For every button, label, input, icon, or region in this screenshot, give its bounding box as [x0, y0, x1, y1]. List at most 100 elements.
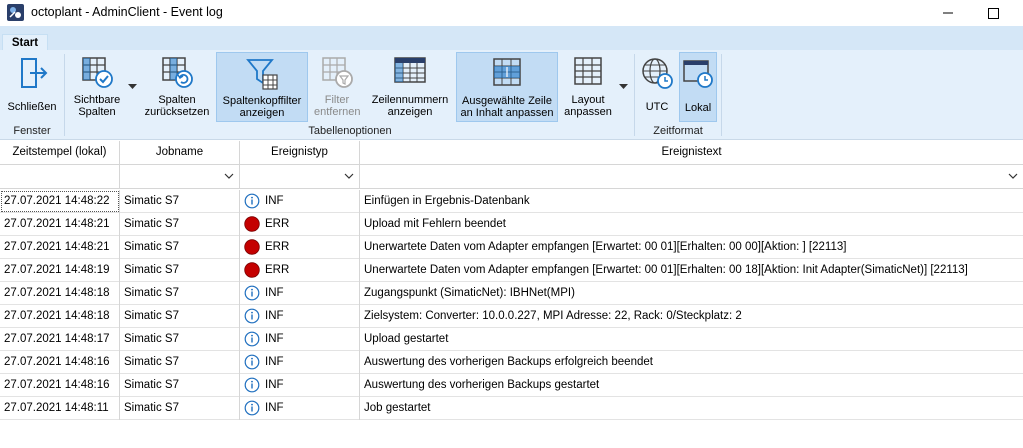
- cell-timestamp[interactable]: 27.07.2021 14:48:18: [0, 282, 120, 305]
- column-header-eventtext[interactable]: Ereignistext: [360, 141, 1023, 165]
- column-header-timestamp[interactable]: Zeitstempel (lokal): [0, 141, 120, 165]
- remove-filter-button[interactable]: Filter entfernen: [314, 52, 360, 122]
- cell-eventtype[interactable]: INF: [240, 351, 360, 374]
- table-row[interactable]: 27.07.2021 14:48:18 Simatic S7 INF Zugangsp…: [0, 282, 1023, 305]
- group-label-zeitformat: Zeitformat: [653, 125, 703, 137]
- table-row[interactable]: 27.07.2021 14:48:18 Simatic S7 INF Zielsyst…: [0, 305, 1023, 328]
- table-row[interactable]: 27.07.2021 14:48:16 Simatic S7 INF Auswertu…: [0, 374, 1023, 397]
- app-icon: [7, 4, 24, 21]
- visible-columns-label: Sichtbare Spalten: [73, 94, 121, 118]
- minimize-button[interactable]: [925, 0, 971, 26]
- window-title: octoplant - AdminClient - Event log: [31, 5, 223, 19]
- info-icon: [244, 377, 260, 393]
- filter-cell-timestamp[interactable]: [0, 165, 120, 189]
- cell-timestamp[interactable]: 27.07.2021 14:48:11: [0, 397, 120, 420]
- cell-eventtext[interactable]: Auswertung des vorherigen Backups gestar…: [360, 374, 1023, 397]
- table-row[interactable]: 27.07.2021 14:48:21 Simatic S7 ERR Upload m…: [0, 213, 1023, 236]
- cell-eventtype[interactable]: INF: [240, 190, 360, 213]
- cell-eventtype[interactable]: INF: [240, 397, 360, 420]
- cell-jobname[interactable]: Simatic S7: [120, 282, 240, 305]
- utc-button[interactable]: UTC: [638, 52, 676, 122]
- column-header-jobname[interactable]: Jobname: [120, 141, 240, 165]
- event-type-label: INF: [265, 333, 284, 345]
- cell-eventtype[interactable]: ERR: [240, 213, 360, 236]
- chevron-down-icon[interactable]: [619, 84, 628, 90]
- event-log-table: Zeitstempel (lokal) Jobname Ereignistyp …: [0, 141, 1023, 448]
- minimize-icon: [943, 12, 953, 14]
- cell-timestamp[interactable]: 27.07.2021 14:48:19: [0, 259, 120, 282]
- filter-cell-eventtext[interactable]: [360, 165, 1023, 189]
- column-header-filter-button[interactable]: Spaltenkopffilter anzeigen: [216, 52, 308, 122]
- visible-columns-button[interactable]: Sichtbare Spalten: [70, 52, 124, 122]
- local-time-button[interactable]: Lokal: [679, 52, 717, 122]
- filter-icon: [246, 59, 278, 90]
- column-header-filter-label: Spaltenkopffilter anzeigen: [222, 95, 302, 119]
- close-window-button[interactable]: Schließen: [4, 52, 60, 122]
- event-type-label: INF: [265, 195, 284, 207]
- row-numbers-button[interactable]: Zeilennummern anzeigen: [370, 52, 450, 122]
- tab-start[interactable]: Start: [2, 34, 48, 51]
- maximize-button[interactable]: [970, 0, 1016, 26]
- fit-row-button[interactable]: Ausgewählte Zeile an Inhalt anpassen: [456, 52, 558, 122]
- filter-cell-jobname[interactable]: [120, 165, 240, 189]
- cell-timestamp[interactable]: 27.07.2021 14:48:18: [0, 305, 120, 328]
- cell-jobname[interactable]: Simatic S7: [120, 190, 240, 213]
- group-separator: [721, 54, 722, 136]
- cell-eventtype[interactable]: INF: [240, 282, 360, 305]
- info-icon: [244, 400, 260, 416]
- cell-timestamp[interactable]: 27.07.2021 14:48:21: [0, 236, 120, 259]
- cell-timestamp[interactable]: 27.07.2021 14:48:21: [0, 213, 120, 236]
- ribbon: Schließen Fenster Sichtbare Spalten Spal…: [0, 50, 1023, 140]
- table-row[interactable]: 27.07.2021 14:48:19 Simatic S7 ERR Unerwart…: [0, 259, 1023, 282]
- group-separator: [634, 54, 635, 136]
- chevron-down-icon[interactable]: [344, 173, 354, 179]
- cell-eventtype[interactable]: INF: [240, 328, 360, 351]
- cell-eventtype[interactable]: ERR: [240, 236, 360, 259]
- cell-jobname[interactable]: Simatic S7: [120, 305, 240, 328]
- exit-door-icon: [21, 58, 48, 88]
- window-clock-icon: [683, 60, 713, 88]
- cell-eventtext[interactable]: Job gestartet: [360, 397, 1023, 420]
- table-row[interactable]: 27.07.2021 14:48:21 Simatic S7 ERR Unerwart…: [0, 236, 1023, 259]
- cell-timestamp[interactable]: 27.07.2021 14:48:16: [0, 374, 120, 397]
- cell-eventtype[interactable]: INF: [240, 374, 360, 397]
- cell-eventtext[interactable]: Zielsystem: Converter: 10.0.0.227, MPI A…: [360, 305, 1023, 328]
- cell-eventtext[interactable]: Einfügen in Ergebnis-Datenbank: [360, 190, 1023, 213]
- chevron-down-icon[interactable]: [224, 173, 234, 179]
- error-icon: [244, 239, 260, 255]
- table-row[interactable]: 27.07.2021 14:48:11 Simatic S7 INF Job gest…: [0, 397, 1023, 420]
- cell-eventtext[interactable]: Unerwartete Daten vom Adapter empfangen …: [360, 236, 1023, 259]
- cell-eventtype[interactable]: ERR: [240, 259, 360, 282]
- cell-jobname[interactable]: Simatic S7: [120, 374, 240, 397]
- cell-eventtext[interactable]: Unerwartete Daten vom Adapter empfangen …: [360, 259, 1023, 282]
- cell-jobname[interactable]: Simatic S7: [120, 259, 240, 282]
- cell-jobname[interactable]: Simatic S7: [120, 236, 240, 259]
- table-row[interactable]: 27.07.2021 14:48:16 Simatic S7 INF Auswertu…: [0, 351, 1023, 374]
- cell-timestamp[interactable]: 27.07.2021 14:48:17: [0, 328, 120, 351]
- error-icon: [244, 262, 260, 278]
- cell-timestamp[interactable]: 27.07.2021 14:48:22: [0, 190, 120, 213]
- cell-eventtype[interactable]: INF: [240, 305, 360, 328]
- chevron-down-icon[interactable]: [1008, 173, 1018, 179]
- reset-columns-button[interactable]: Spalten zurücksetzen: [142, 52, 212, 122]
- event-type-label: INF: [265, 402, 284, 414]
- cell-eventtext[interactable]: Upload gestartet: [360, 328, 1023, 351]
- layout-adjust-button[interactable]: Layout anpassen: [562, 52, 614, 122]
- row-numbers-icon: [394, 57, 426, 83]
- cell-jobname[interactable]: Simatic S7: [120, 397, 240, 420]
- table-row[interactable]: 27.07.2021 14:48:22 Simatic S7 INF Einfügen…: [0, 190, 1023, 213]
- cell-timestamp[interactable]: 27.07.2021 14:48:16: [0, 351, 120, 374]
- cell-eventtext[interactable]: Zugangspunkt (SimaticNet): IBHNet(MPI): [360, 282, 1023, 305]
- cell-jobname[interactable]: Simatic S7: [120, 351, 240, 374]
- table-row[interactable]: 27.07.2021 14:48:17 Simatic S7 INF Upload g…: [0, 328, 1023, 351]
- cell-eventtext[interactable]: Auswertung des vorherigen Backups erfolg…: [360, 351, 1023, 374]
- cell-jobname[interactable]: Simatic S7: [120, 328, 240, 351]
- cell-jobname[interactable]: Simatic S7: [120, 213, 240, 236]
- filter-cell-eventtype[interactable]: [240, 165, 360, 189]
- maximize-icon: [987, 7, 999, 19]
- event-type-label: INF: [265, 287, 284, 299]
- event-type-label: ERR: [265, 241, 290, 253]
- column-header-eventtype[interactable]: Ereignistyp: [240, 141, 360, 165]
- chevron-down-icon[interactable]: [128, 84, 137, 90]
- cell-eventtext[interactable]: Upload mit Fehlern beendet: [360, 213, 1023, 236]
